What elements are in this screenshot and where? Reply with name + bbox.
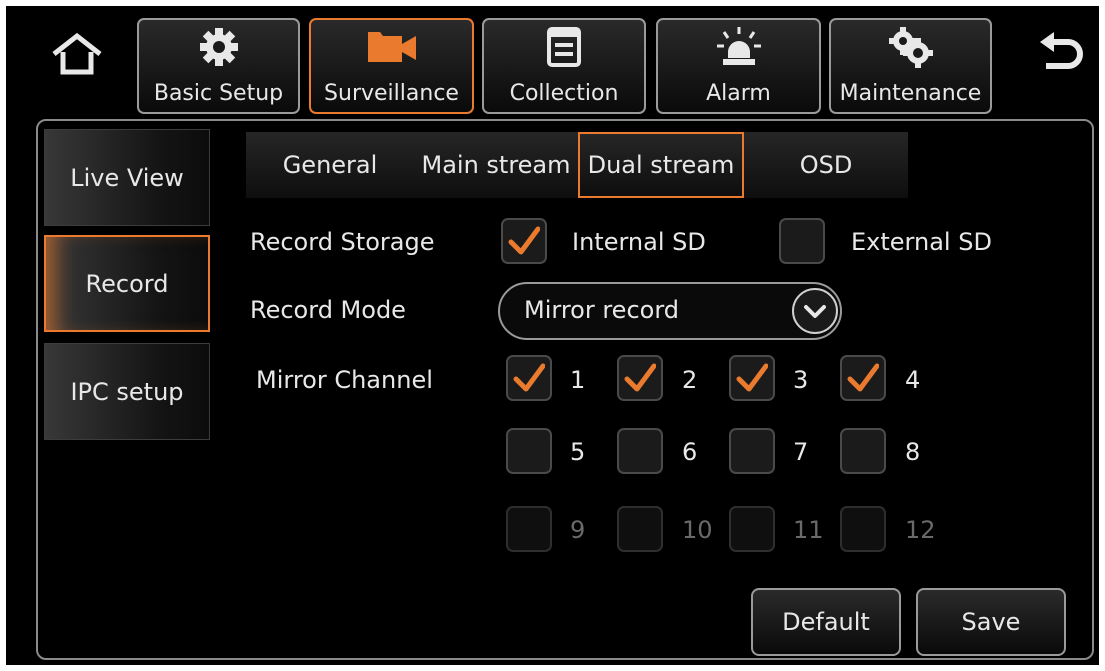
sidebar-item-label: Live View xyxy=(70,163,184,192)
back-icon[interactable] xyxy=(1036,30,1088,76)
tab-dual-stream[interactable]: Dual stream xyxy=(578,132,744,198)
channel-6-label: 6 xyxy=(682,438,698,466)
record-mode-label: Record Mode xyxy=(250,296,406,324)
tab-label: OSD xyxy=(799,151,853,179)
check-icon xyxy=(624,363,656,392)
channel-12-label: 12 xyxy=(905,516,936,544)
tab-label: Main stream xyxy=(421,151,571,179)
check-icon xyxy=(513,363,545,392)
screen: Basic Setup Surveillance Collection Alar… xyxy=(6,6,1099,665)
channel-5-checkbox[interactable] xyxy=(506,428,552,474)
channel-4-label: 4 xyxy=(905,366,921,394)
internal-sd-checkbox[interactable] xyxy=(501,218,547,264)
tab-basic-setup[interactable]: Basic Setup xyxy=(137,18,300,114)
record-mode-select[interactable]: Mirror record xyxy=(498,282,842,340)
channel-1-label: 1 xyxy=(570,366,586,394)
sidebar-item-record[interactable]: Record xyxy=(44,235,210,332)
siren-icon xyxy=(715,26,763,74)
tab-label: Collection xyxy=(509,81,619,106)
check-icon xyxy=(736,363,768,392)
tab-maintenance[interactable]: Maintenance xyxy=(829,18,992,114)
camera-icon xyxy=(366,26,418,72)
channel-7-label: 7 xyxy=(793,438,809,466)
sidebar-item-label: IPC setup xyxy=(70,377,184,406)
gear-icon xyxy=(198,26,240,74)
tab-surveillance[interactable]: Surveillance xyxy=(309,18,474,114)
default-button-label: Default xyxy=(782,608,870,636)
channel-1-checkbox[interactable] xyxy=(506,355,552,401)
channel-7-checkbox[interactable] xyxy=(729,428,775,474)
save-button-label: Save xyxy=(961,608,1021,636)
record-storage-label: Record Storage xyxy=(250,228,435,256)
record-mode-value: Mirror record xyxy=(524,296,680,324)
channel-11-checkbox xyxy=(729,506,775,552)
channel-6-checkbox[interactable] xyxy=(617,428,663,474)
document-icon xyxy=(546,26,582,74)
tab-main-stream[interactable]: Main stream xyxy=(414,132,578,198)
channel-9-checkbox xyxy=(506,506,552,552)
tab-label: Dual stream xyxy=(587,151,735,179)
channel-8-checkbox[interactable] xyxy=(840,428,886,474)
external-sd-checkbox[interactable] xyxy=(779,218,825,264)
tab-label: General xyxy=(282,151,378,179)
tab-label: Basic Setup xyxy=(153,81,284,106)
tab-collection[interactable]: Collection xyxy=(482,18,646,114)
tab-label: Surveillance xyxy=(324,81,459,106)
channel-3-checkbox[interactable] xyxy=(729,355,775,401)
internal-sd-label: Internal SD xyxy=(572,228,706,256)
gears-icon xyxy=(887,26,935,74)
channel-10-checkbox xyxy=(617,506,663,552)
channel-2-label: 2 xyxy=(682,366,698,394)
mirror-channel-label: Mirror Channel xyxy=(256,366,433,394)
default-button[interactable]: Default xyxy=(751,588,901,656)
tab-label: Alarm xyxy=(706,81,771,106)
home-icon[interactable] xyxy=(50,32,104,78)
channel-11-label: 11 xyxy=(793,516,824,544)
channel-2-checkbox[interactable] xyxy=(617,355,663,401)
tab-osd[interactable]: OSD xyxy=(744,132,908,198)
check-icon xyxy=(847,363,879,392)
sidebar-item-ipc-setup[interactable]: IPC setup xyxy=(44,343,210,440)
tab-general[interactable]: General xyxy=(246,132,414,198)
sidebar-item-live-view[interactable]: Live View xyxy=(44,129,210,226)
channel-8-label: 8 xyxy=(905,438,921,466)
chevron-down-icon[interactable] xyxy=(792,288,838,334)
tab-label: Maintenance xyxy=(839,81,982,106)
channel-9-label: 9 xyxy=(570,516,586,544)
tab-alarm[interactable]: Alarm xyxy=(656,18,821,114)
check-icon xyxy=(508,226,540,255)
save-button[interactable]: Save xyxy=(916,588,1066,656)
channel-4-checkbox[interactable] xyxy=(840,355,886,401)
external-sd-label: External SD xyxy=(851,228,992,256)
channel-10-label: 10 xyxy=(682,516,713,544)
channel-12-checkbox xyxy=(840,506,886,552)
sidebar-item-label: Record xyxy=(85,269,169,298)
channel-3-label: 3 xyxy=(793,366,809,394)
channel-5-label: 5 xyxy=(570,438,586,466)
